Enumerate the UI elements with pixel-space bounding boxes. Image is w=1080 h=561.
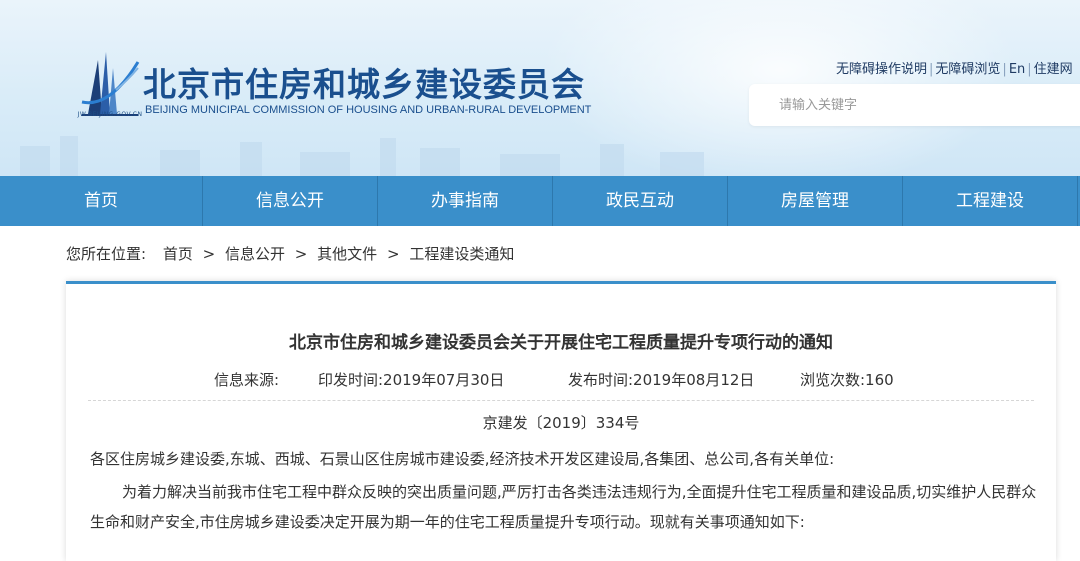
housing-network-link[interactable]: 住建网: [1034, 62, 1073, 77]
print-date: 印发时间:2019年07月30日: [318, 371, 505, 389]
main-nav: 首页 信息公开 办事指南 政民互动 房屋管理 工程建设: [0, 176, 1080, 226]
article-card: 北京市住房和城乡建设委员会关于开展住宅工程质量提升专项行动的通知 信息来源: 印…: [66, 281, 1056, 561]
info-source: 信息来源:: [214, 371, 280, 389]
search-box: [749, 84, 1080, 126]
search-input[interactable]: [749, 84, 1080, 126]
article-body-paragraph: 为着力解决当前我市住宅工程中群众反映的突出质量问题,严厉打击各类违法违规行为,全…: [90, 483, 1037, 531]
top-links: 无障碍操作说明 | 无障碍浏览 | En | 住建网: [836, 58, 1073, 77]
commission-logo: [81, 52, 140, 116]
breadcrumb-home[interactable]: 首页: [163, 245, 193, 263]
breadcrumb-other-files[interactable]: 其他文件: [317, 245, 377, 263]
nav-item-info-disclosure[interactable]: 信息公开: [203, 176, 378, 226]
breadcrumb-separator: >: [294, 245, 308, 263]
article-title: 北京市住房和城乡建设委员会关于开展住宅工程质量提升专项行动的通知: [289, 333, 833, 353]
article-greeting: 各区住房城乡建设委,东城、西城、石景山区住房城市建设委,经济技术开发区建设局,各…: [90, 450, 835, 468]
view-count: 浏览次数:160: [800, 371, 894, 389]
publish-date: 发布时间:2019年08月12日: [568, 371, 755, 389]
english-link[interactable]: En: [1009, 62, 1025, 77]
breadcrumb-separator: >: [202, 245, 216, 263]
document-number: 京建发〔2019〕334号: [482, 414, 640, 432]
nav-item-service-guide[interactable]: 办事指南: [378, 176, 553, 226]
meta-divider: [88, 400, 1034, 401]
link-separator: |: [1002, 62, 1007, 77]
nav-item-interaction[interactable]: 政民互动: [553, 176, 728, 226]
breadcrumb-info-disclosure[interactable]: 信息公开: [225, 245, 285, 263]
nav-item-housing[interactable]: 房屋管理: [728, 176, 903, 226]
site-subtitle: BEIJING MUNICIPAL COMMISSION OF HOUSING …: [145, 104, 592, 116]
accessible-browse-link[interactable]: 无障碍浏览: [935, 62, 1000, 77]
logo-caption: JW.BEIJING.GOV.CN: [77, 111, 143, 118]
link-separator: |: [929, 62, 934, 77]
nav-item-construction[interactable]: 工程建设: [903, 176, 1078, 226]
breadcrumb: 您所在位置: 首页 > 信息公开 > 其他文件 > 工程建设类通知: [66, 243, 514, 264]
breadcrumb-construction-notices[interactable]: 工程建设类通知: [409, 245, 514, 263]
site-header: JW.BEIJING.GOV.CN 北京市住房和城乡建设委员会 BEIJING …: [0, 0, 1080, 176]
site-title: 北京市住房和城乡建设委员会: [143, 65, 585, 104]
accessibility-guide-link[interactable]: 无障碍操作说明: [836, 62, 927, 77]
link-separator: |: [1027, 62, 1032, 77]
breadcrumb-label: 您所在位置:: [66, 245, 147, 263]
nav-item-home[interactable]: 首页: [0, 176, 203, 226]
breadcrumb-separator: >: [386, 245, 400, 263]
